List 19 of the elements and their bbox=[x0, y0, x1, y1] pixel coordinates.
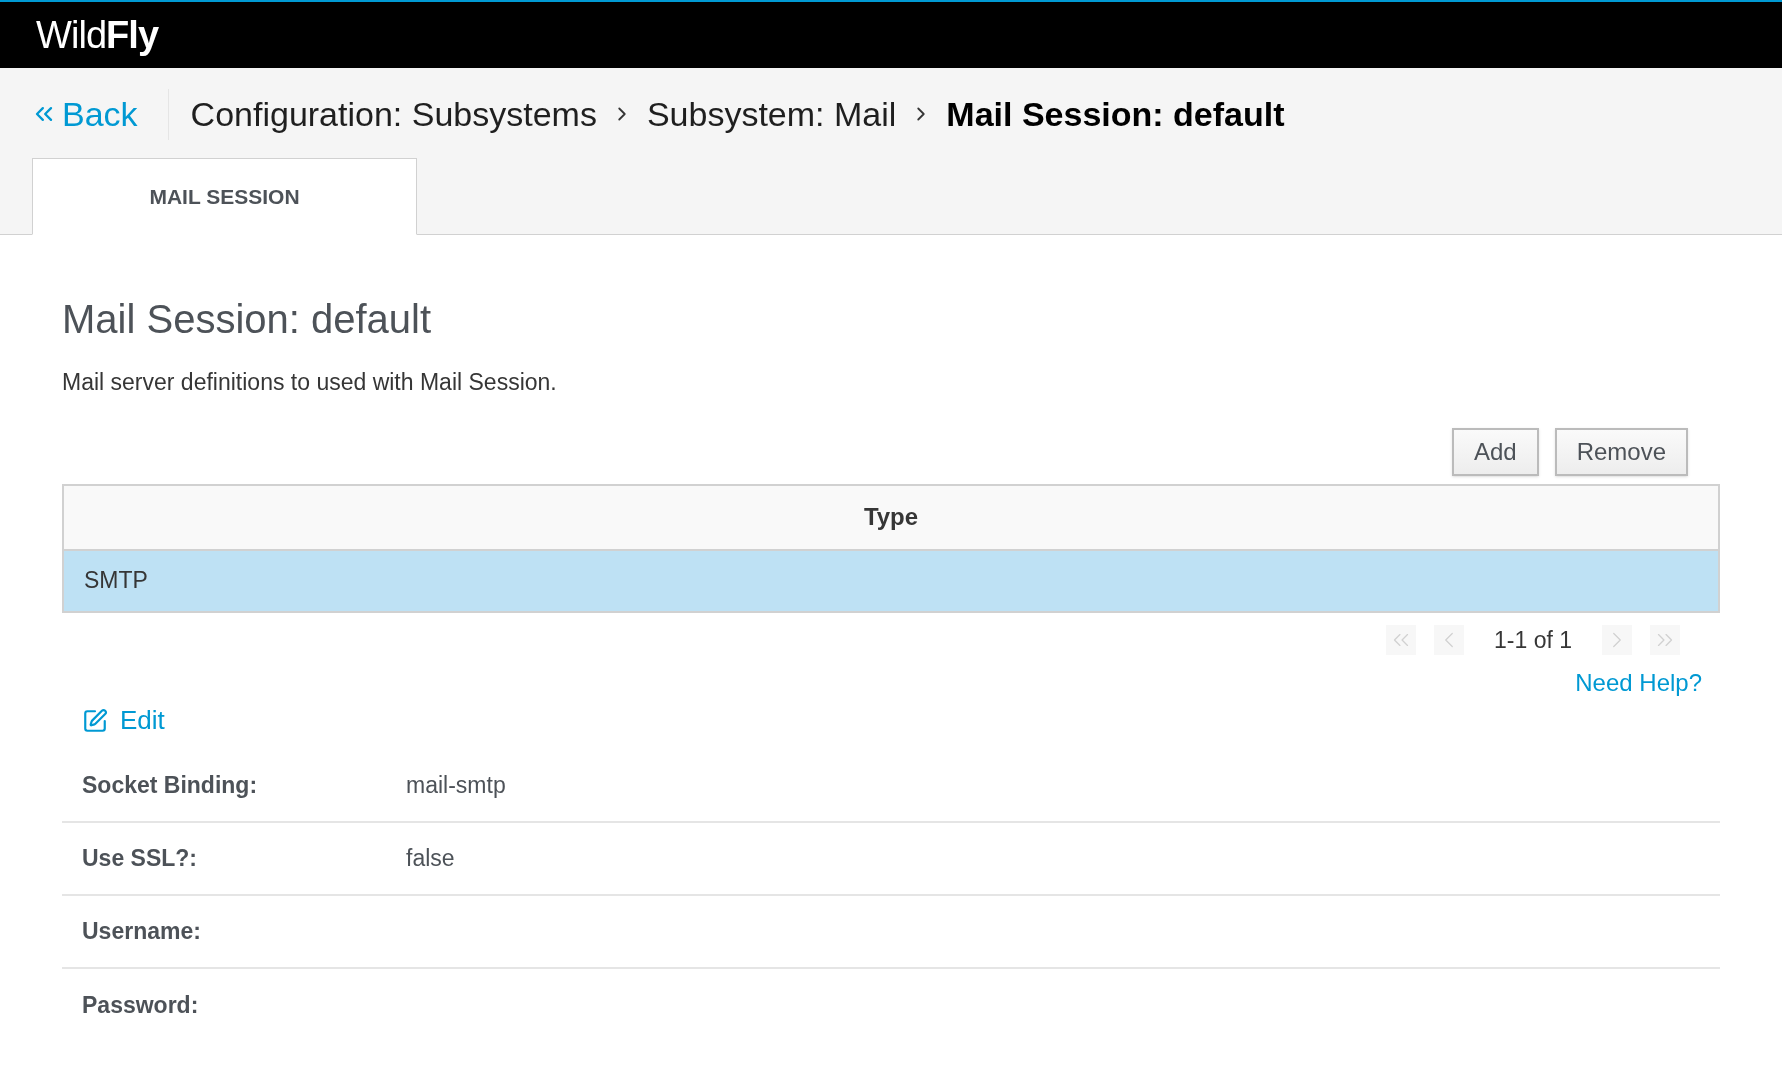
tab[interactable]: MAIL SESSION bbox=[32, 158, 417, 235]
page-range: 1-1 of 1 bbox=[1493, 625, 1573, 655]
field-value: false bbox=[406, 844, 455, 874]
breadcrumb-item[interactable]: Subsystem: Mail bbox=[646, 88, 897, 140]
edit-icon bbox=[82, 707, 108, 734]
field-label: Password: bbox=[82, 991, 200, 1021]
page-description: Mail server definitions to used with Mail Session. bbox=[62, 368, 558, 397]
page-title: Mail Session: default bbox=[62, 296, 433, 343]
field-label: Use SSL?: bbox=[82, 844, 199, 874]
toolbar-button[interactable]: Add bbox=[1451, 427, 1539, 476]
field-label: Socket Binding: bbox=[82, 771, 259, 801]
field-label: Username: bbox=[82, 917, 202, 947]
breadcrumb-item[interactable]: Configuration: Subsystems bbox=[190, 88, 597, 140]
field-value: mail-smtp bbox=[406, 771, 506, 801]
table-cell[interactable]: SMTP bbox=[64, 550, 1718, 611]
column-header[interactable]: Type bbox=[64, 485, 1718, 549]
toolbar-button[interactable]: Remove bbox=[1554, 427, 1688, 476]
breadcrumb-item: Mail Session: default bbox=[946, 93, 1285, 135]
logo[interactable]: WildFly bbox=[36, 6, 159, 64]
